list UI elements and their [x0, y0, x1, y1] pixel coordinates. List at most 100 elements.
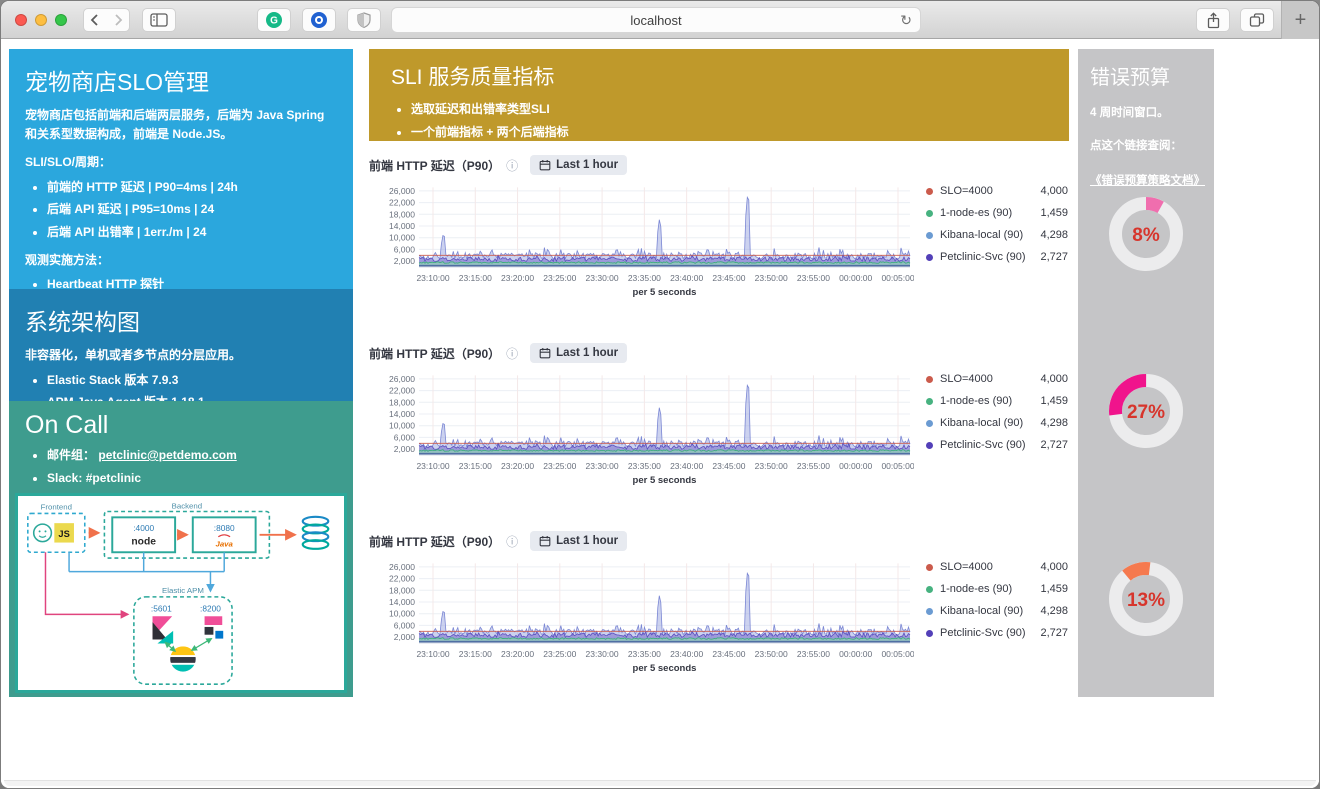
legend-dot [926, 586, 933, 593]
email-link[interactable]: petclinic@petdemo.com [98, 448, 236, 462]
error-budget-donut: 13% [1100, 553, 1192, 645]
zoom-window-button[interactable] [55, 14, 67, 26]
panel-intro: 宠物商店包括前端和后端两层服务，后端为 Java Spring 和关系型数据构成… [25, 106, 337, 143]
user-icon [34, 524, 52, 541]
blue-extension-button[interactable] [302, 8, 336, 32]
legend-label: SLO=4000 [940, 185, 1040, 197]
legend-item[interactable]: Kibana-local (90)4,298 [926, 417, 1068, 429]
y-axis-tick-label: 14,000 [389, 221, 415, 231]
tab-overview-button[interactable] [1240, 8, 1274, 32]
legend-dot [926, 608, 933, 615]
x-axis-tick-label: 23:40:00 [670, 649, 703, 659]
y-axis-tick-label: 14,000 [389, 409, 415, 419]
apm-port-label: :8200 [200, 604, 221, 614]
x-axis-tick-label: 23:20:00 [501, 649, 534, 659]
chart-row: 26,00022,00018,00014,00010,0006,0002,000… [369, 181, 1069, 311]
horizontal-scrollbar[interactable] [4, 780, 1316, 786]
x-axis-tick-label: 23:55:00 [797, 273, 830, 283]
close-window-button[interactable] [15, 14, 27, 26]
y-axis-tick-label: 18,000 [389, 397, 415, 407]
panel-architecture: 系统架构图 非容器化，单机或者多节点的分层应用。 Elastic Stack 版… [9, 289, 353, 401]
latency-chart[interactable]: 26,00022,00018,00014,00010,0006,0002,000… [369, 181, 914, 311]
legend-item[interactable]: SLO=40004,000 [926, 373, 1068, 385]
legend-item[interactable]: SLO=40004,000 [926, 561, 1068, 573]
legend-dot [926, 254, 933, 261]
y-axis-tick-label: 22,000 [389, 574, 415, 584]
new-tab-button[interactable]: + [1281, 1, 1319, 39]
legend-item[interactable]: 1-node-es (90)1,459 [926, 583, 1068, 595]
minimize-window-button[interactable] [35, 14, 47, 26]
error-budget-policy-link[interactable]: 《错误预算策略文档》 [1090, 175, 1205, 187]
reload-icon[interactable]: ↻ [900, 11, 912, 29]
x-axis-label: per 5 seconds [633, 663, 697, 674]
legend-label: SLO=4000 [940, 561, 1040, 573]
y-axis-tick-label: 10,000 [389, 421, 415, 431]
chart-title: 前端 HTTP 延迟（P90） [369, 157, 500, 174]
legend-dot [926, 188, 933, 195]
info-icon[interactable]: ⓘ [506, 157, 518, 174]
legend-value: 2,727 [1040, 251, 1068, 263]
x-axis-label: per 5 seconds [633, 475, 697, 486]
share-button[interactable] [1196, 8, 1230, 32]
donut-percentage: 27% [1127, 402, 1165, 423]
legend-item[interactable]: 1-node-es (90)1,459 [926, 395, 1068, 407]
legend-item[interactable]: Kibana-local (90)4,298 [926, 229, 1068, 241]
legend-label: Kibana-local (90) [940, 229, 1040, 241]
forward-button[interactable] [106, 8, 130, 32]
legend-item[interactable]: Petclinic-Svc (90)2,727 [926, 439, 1068, 451]
x-axis-tick-label: 23:45:00 [712, 461, 745, 471]
address-bar[interactable]: localhost ↻ [391, 7, 921, 33]
legend-item[interactable]: Petclinic-Svc (90)2,727 [926, 627, 1068, 639]
grammarly-icon: G [265, 11, 283, 29]
legend-label: Petclinic-Svc (90) [940, 627, 1040, 639]
java-port-label: :8080 [214, 523, 235, 533]
legend-item[interactable]: 1-node-es (90)1,459 [926, 207, 1068, 219]
backend-label: Backend [172, 502, 203, 511]
list-item: 选取延迟和出错率类型SLI [411, 100, 1047, 117]
page-content: 宠物商店SLO管理 宠物商店包括前端和后端两层服务，后端为 Java Sprin… [1, 39, 1319, 788]
back-button[interactable] [83, 8, 107, 32]
y-axis-tick-label: 14,000 [389, 597, 415, 607]
donut-chart-svg: 13% [1100, 553, 1192, 645]
y-axis-tick-label: 2,000 [394, 632, 416, 642]
x-axis-tick-label: 00:00:00 [839, 461, 872, 471]
x-axis-tick-label: 23:25:00 [543, 649, 576, 659]
legend-dot [926, 210, 933, 217]
legend-value: 4,000 [1040, 561, 1068, 573]
node-port-label: :4000 [133, 523, 154, 533]
info-icon[interactable]: ⓘ [506, 533, 518, 550]
legend-value: 4,298 [1040, 229, 1068, 241]
info-icon[interactable]: ⓘ [506, 345, 518, 362]
sli-label: SLI/SLO/周期： [25, 153, 337, 172]
legend-value: 1,459 [1040, 395, 1068, 407]
grammarly-extension-button[interactable]: G [257, 8, 291, 32]
x-axis-tick-label: 23:45:00 [712, 273, 745, 283]
y-axis-tick-label: 26,000 [389, 562, 415, 572]
legend-label: Kibana-local (90) [940, 605, 1040, 617]
legend-item[interactable]: Kibana-local (90)4,298 [926, 605, 1068, 617]
legend-item[interactable]: SLO=40004,000 [926, 185, 1068, 197]
time-range-button[interactable]: Last 1 hour [530, 343, 627, 363]
panel-title: On Call [25, 411, 337, 440]
legend-dot [926, 442, 933, 449]
y-axis-tick-label: 18,000 [389, 585, 415, 595]
x-axis-tick-label: 00:00:00 [839, 273, 872, 283]
x-axis-tick-label: 23:35:00 [628, 461, 661, 471]
shield-extension-button[interactable] [347, 8, 381, 32]
latency-chart[interactable]: 26,00022,00018,00014,00010,0006,0002,000… [369, 557, 914, 687]
time-range-button[interactable]: Last 1 hour [530, 155, 627, 175]
chart-title-row: 前端 HTTP 延迟（P90） ⓘ Last 1 hour [369, 153, 1069, 177]
sli-title: SLI 服务质量指标 [391, 61, 1047, 91]
time-range-button[interactable]: Last 1 hour [530, 531, 627, 551]
latency-chart[interactable]: 26,00022,00018,00014,00010,0006,0002,000… [369, 369, 914, 499]
legend-item[interactable]: Petclinic-Svc (90)2,727 [926, 251, 1068, 263]
x-axis-tick-label: 00:00:00 [839, 649, 872, 659]
x-axis-tick-label: 23:25:00 [543, 461, 576, 471]
legend-label: 1-node-es (90) [940, 583, 1040, 595]
calendar-icon [539, 159, 551, 171]
panel-slo-management: 宠物商店SLO管理 宠物商店包括前端和后端两层服务，后端为 Java Sprin… [9, 49, 353, 289]
series-kibana-local-line [419, 573, 910, 635]
panel-error-budget: 错误预算 4 周时间窗口。 点这个链接查阅： 《错误预算策略文档》 8% 27%… [1078, 49, 1214, 697]
sidebar-toggle-button[interactable] [142, 8, 176, 32]
donut-chart-svg: 27% [1100, 365, 1192, 457]
